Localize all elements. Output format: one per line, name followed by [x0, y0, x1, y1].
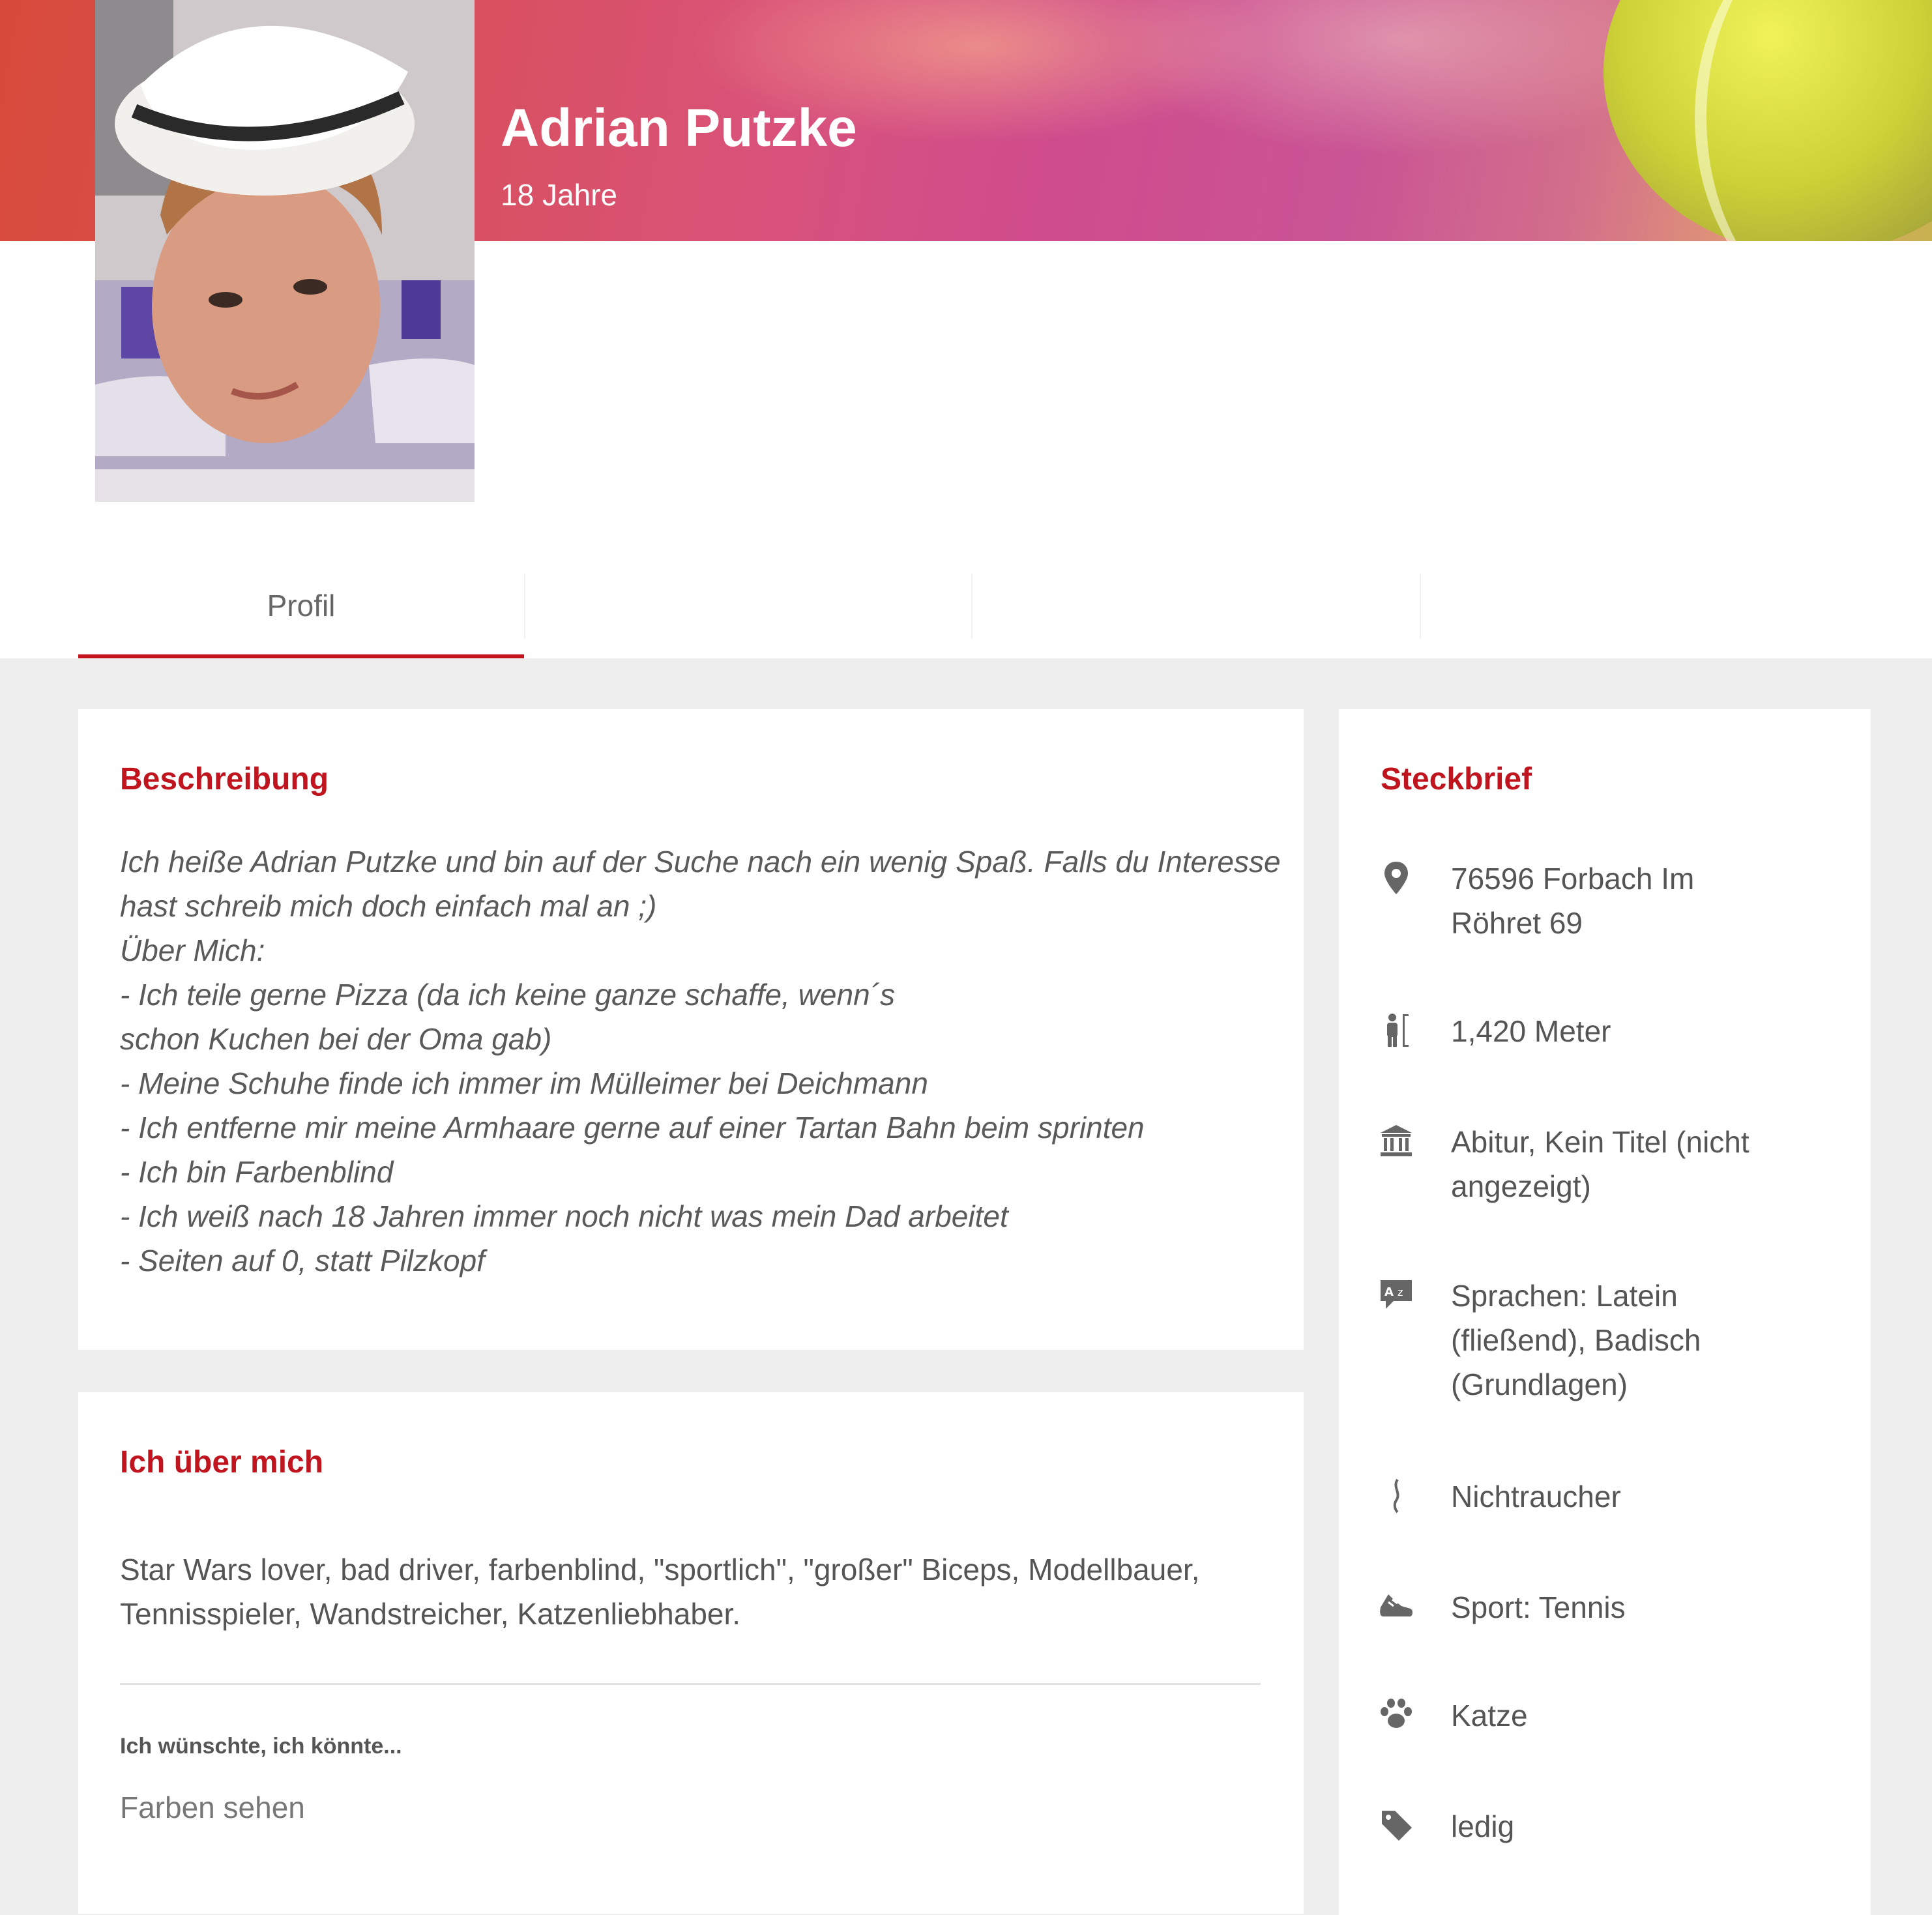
fact-text: Katze — [1451, 1699, 1528, 1732]
tab-2[interactable] — [525, 574, 971, 658]
description-line: - Ich entferne mir meine Armhaare gerne … — [120, 1111, 1145, 1145]
about-me-title: Ich über mich — [120, 1445, 324, 1480]
tab-label: Profil — [267, 589, 336, 622]
description-line: - Seiten auf 0, statt Pilzkopf — [120, 1244, 485, 1278]
wish-label: Ich wünschte, ich könnte... — [120, 1734, 402, 1759]
divider — [120, 1683, 1261, 1685]
smoking-icon — [1393, 1478, 1399, 1513]
profile-name: Adrian Putzke — [501, 98, 857, 158]
avatar[interactable] — [95, 0, 475, 502]
education-icon — [1381, 1125, 1412, 1156]
sport-shoe-icon — [1380, 1594, 1412, 1616]
steckbrief-card: Steckbrief 76596 Forbach Im Röhret 69 1,… — [1339, 709, 1871, 1915]
description-line: hast schreib mich doch einfach mal an ;) — [120, 889, 657, 923]
height-icon — [1387, 1014, 1409, 1047]
fact-text: Sprachen: Latein (fließend), Badisch (Gr… — [1451, 1279, 1701, 1401]
description-text: Ich heiße Adrian Putzke und bin auf der … — [120, 840, 1281, 1283]
tab-4[interactable] — [1421, 574, 1867, 658]
description-title: Beschreibung — [120, 762, 329, 797]
fact-text: ledig — [1451, 1809, 1515, 1843]
location-pin-icon — [1384, 862, 1408, 894]
description-line: - Meine Schuhe finde ich immer im Müllei… — [120, 1066, 928, 1100]
description-line: Über Mich: — [120, 933, 265, 967]
description-line: schon Kuchen bei der Oma gab) — [120, 1022, 552, 1056]
fact-text: 76596 Forbach Im Röhret 69 — [1451, 862, 1695, 940]
description-line: - Ich weiß nach 18 Jahren immer noch nic… — [120, 1199, 1008, 1233]
tag-icon — [1382, 1811, 1412, 1841]
about-me-card: Ich über mich Star Wars lover, bad drive… — [78, 1392, 1304, 1914]
fact-text: Nichtraucher — [1451, 1480, 1621, 1513]
description-line: Ich heiße Adrian Putzke und bin auf der … — [120, 845, 1281, 879]
tab-profil[interactable]: Profil — [78, 574, 524, 658]
paw-icon — [1381, 1699, 1412, 1728]
fact-text: 1,420 Meter — [1451, 1014, 1611, 1048]
description-line: - Ich bin Farbenblind — [120, 1155, 394, 1189]
wish-value: Farben sehen — [120, 1791, 305, 1824]
profile-age: 18 Jahre — [501, 178, 618, 212]
profile-tabs: Profil — [78, 574, 1871, 658]
fact-text: Abitur, Kein Titel (nicht angezeigt) — [1451, 1125, 1749, 1203]
about-me-text: Star Wars lover, bad driver, farbenblind… — [120, 1553, 1200, 1631]
active-tab-indicator — [78, 654, 524, 658]
tab-3[interactable] — [973, 574, 1418, 658]
steckbrief-title: Steckbrief — [1381, 762, 1532, 797]
svg-text:A: A — [1384, 1285, 1394, 1299]
tennis-ball-seam — [1695, 0, 1932, 241]
description-line: - Ich teile gerne Pizza (da ich keine ga… — [120, 978, 895, 1012]
description-card: Beschreibung Ich heiße Adrian Putzke und… — [78, 709, 1304, 1350]
fact-text: Sport: Tennis — [1451, 1590, 1626, 1624]
svg-text:z: z — [1398, 1286, 1403, 1298]
profile-photo — [95, 0, 475, 502]
language-icon: A z — [1381, 1280, 1412, 1309]
